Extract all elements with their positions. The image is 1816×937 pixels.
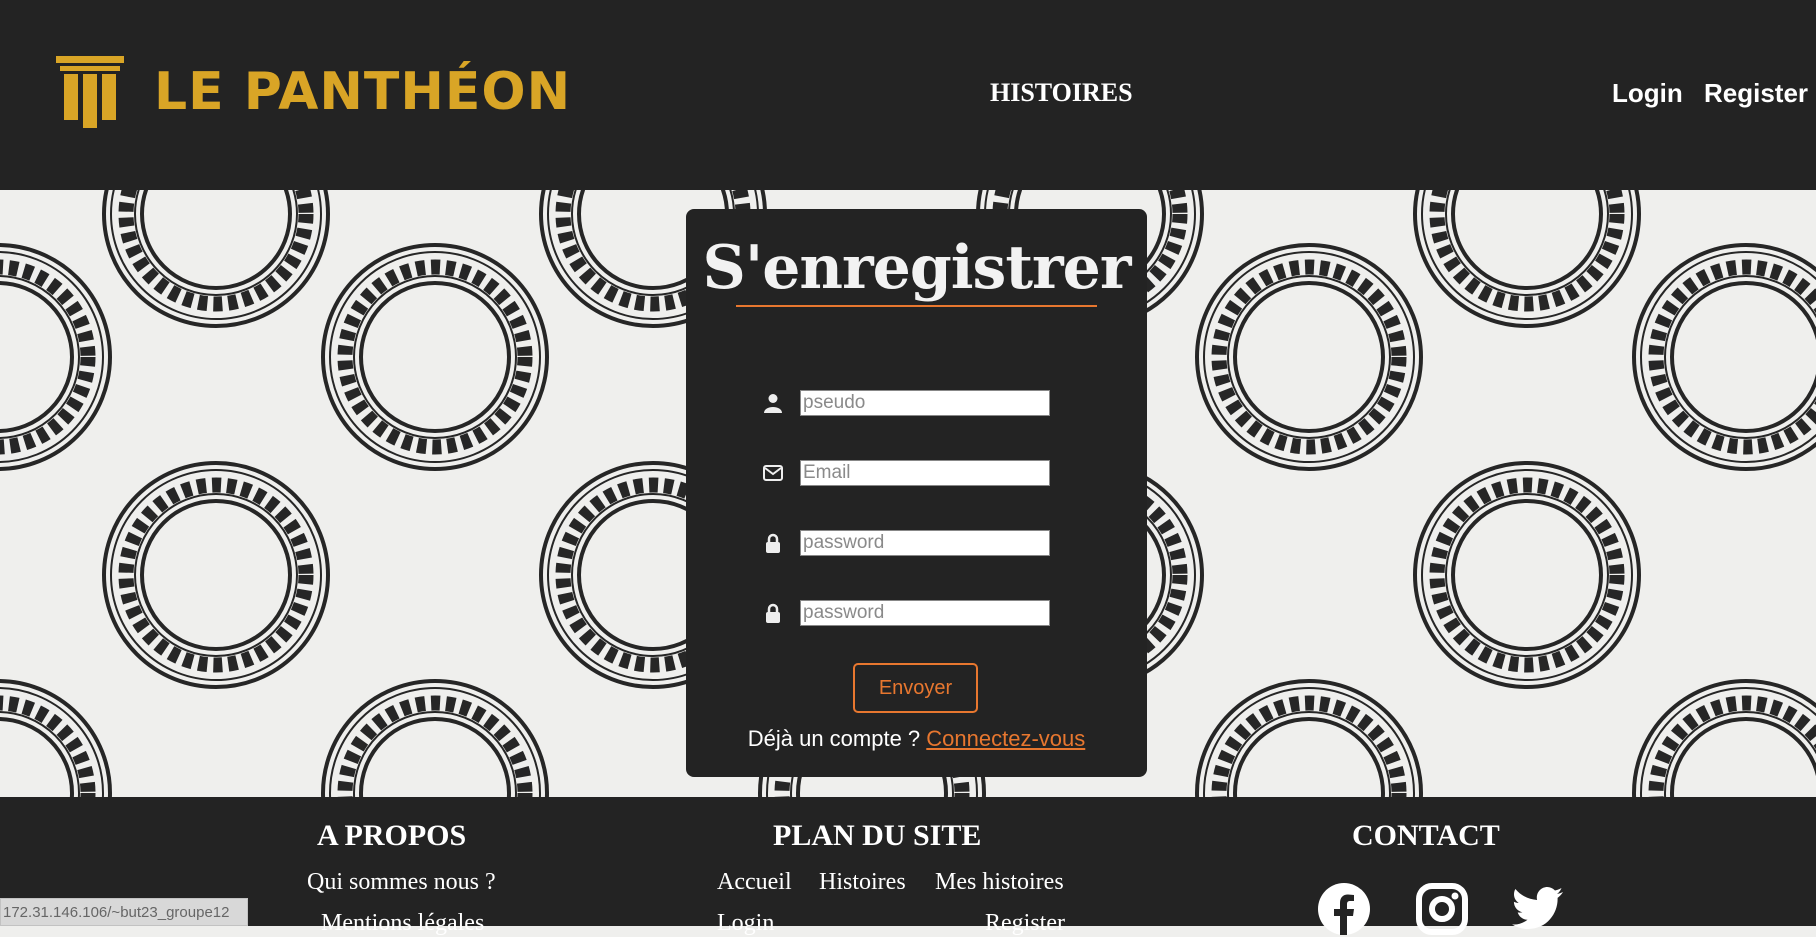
user-icon: [762, 392, 784, 414]
sitemap-link-histoires[interactable]: Histoires: [819, 869, 906, 896]
sitemap-link-accueil[interactable]: Accueil: [717, 869, 792, 896]
email-row: [762, 459, 1050, 487]
envelope-icon: [762, 462, 784, 484]
pseudo-row: [762, 389, 1050, 417]
password-row: [762, 529, 1050, 557]
twitter-icon[interactable]: [1512, 883, 1564, 935]
password-confirm-input[interactable]: [800, 600, 1050, 626]
form-title: S'enregistrer: [702, 233, 1132, 303]
nav-histoires-link[interactable]: HISTOIRES: [990, 78, 1133, 108]
password-input[interactable]: [800, 530, 1050, 556]
instagram-icon[interactable]: [1416, 883, 1468, 935]
about-link-mentions[interactable]: Mentions légales: [321, 910, 484, 937]
nav-login-link[interactable]: Login: [1612, 78, 1683, 109]
sitemap-link-login[interactable]: Login: [717, 910, 774, 937]
submit-button[interactable]: Envoyer: [853, 663, 978, 713]
sitemap-link-mes-histoires[interactable]: Mes histoires: [935, 869, 1064, 896]
register-form-card: S'enregistrer Envoyer Déjà un compte ? C…: [686, 209, 1147, 777]
password-confirm-row: [762, 599, 1050, 627]
sitemap-link-register[interactable]: Register: [985, 910, 1065, 937]
about-heading: A PROPOS: [317, 819, 467, 852]
lock-icon: [762, 532, 784, 554]
email-input[interactable]: [800, 460, 1050, 486]
title-underline: [736, 305, 1097, 307]
site-logo[interactable]: LE PANTHÉON: [56, 56, 571, 128]
site-header: LE PANTHÉON HISTOIRES Login Register: [0, 0, 1816, 190]
logo-text: LE PANTHÉON: [154, 62, 572, 122]
about-link-qui-sommes-nous[interactable]: Qui sommes nous ?: [307, 869, 496, 896]
lock-icon: [762, 602, 784, 624]
status-url: 172.31.146.106/~but23_groupe12: [0, 898, 248, 926]
sitemap-heading: PLAN DU SITE: [773, 819, 982, 852]
connect-link[interactable]: Connectez-vous: [926, 726, 1085, 751]
pseudo-input[interactable]: [800, 390, 1050, 416]
login-prompt-text: Déjà un compte ?: [747, 726, 921, 751]
contact-heading: CONTACT: [1352, 819, 1500, 852]
column-logo-icon: [56, 56, 124, 128]
facebook-icon[interactable]: [1318, 883, 1370, 935]
login-prompt: Déjà un compte ? Connectez-vous: [686, 726, 1147, 752]
nav-register-link[interactable]: Register: [1704, 78, 1808, 109]
